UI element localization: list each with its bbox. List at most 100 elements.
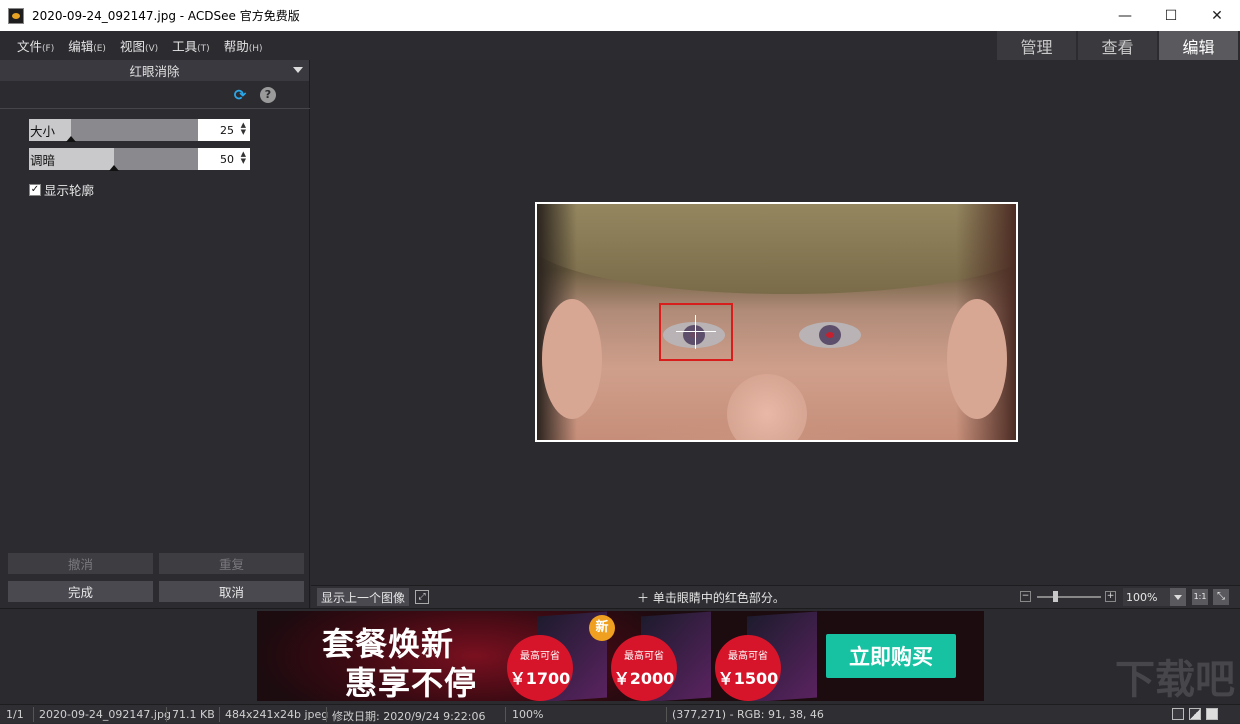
size-value: 25 bbox=[220, 123, 234, 137]
status-divider bbox=[326, 707, 327, 722]
menu-bar: 文件(F) 编辑(E) 视图(V) 工具(T) 帮助(H) 管理 查看 编辑 bbox=[0, 31, 1240, 60]
acdsee-app-icon bbox=[8, 7, 24, 24]
zoom-slider-thumb[interactable] bbox=[1053, 591, 1058, 602]
new-badge: 新 bbox=[589, 615, 615, 641]
close-button[interactable]: ✕ bbox=[1194, 0, 1240, 31]
actual-size-button[interactable]: 1:1 bbox=[1192, 589, 1208, 605]
undo-button[interactable]: 撤消 bbox=[8, 553, 153, 574]
status-pixel-info: (377,271) - RGB: 91, 38, 46 bbox=[672, 708, 824, 721]
menu-help-label: 帮助 bbox=[223, 39, 249, 54]
photo-hair bbox=[537, 204, 1016, 294]
menu-file-label: 文件 bbox=[17, 39, 43, 54]
view-mode-icon-1[interactable] bbox=[1172, 708, 1184, 720]
crosshair-v bbox=[695, 315, 696, 349]
photo-right-eye[interactable] bbox=[799, 322, 861, 348]
size-label: 大小 bbox=[30, 124, 56, 139]
done-button[interactable]: 完成 bbox=[8, 581, 153, 602]
size-spinner-icon[interactable]: ▲ ▼ bbox=[241, 122, 246, 136]
image-canvas[interactable] bbox=[311, 60, 1240, 585]
status-bar: 1/1 2020-09-24_092147.jpg 71.1 KB 484x24… bbox=[0, 704, 1240, 723]
right-pupil-red bbox=[826, 332, 834, 338]
darken-value: 50 bbox=[220, 152, 234, 166]
window-title: 2020-09-24_092147.jpg - ACDSee 官方免费版 bbox=[32, 9, 300, 23]
zoom-level-value: 100% bbox=[1126, 590, 1158, 604]
status-filesize: 71.1 KB bbox=[172, 708, 215, 721]
panel-divider bbox=[0, 108, 310, 109]
maximize-button[interactable]: ☐ bbox=[1148, 0, 1194, 31]
view-mode-icon-3[interactable] bbox=[1206, 708, 1218, 720]
window-controls: — ☐ ✕ bbox=[1102, 0, 1240, 31]
buy-now-button[interactable]: 立即购买 bbox=[826, 634, 956, 678]
photo-right-ear bbox=[947, 299, 1007, 419]
size-slider-thumb[interactable] bbox=[66, 136, 76, 142]
status-zoom: 100% bbox=[512, 708, 544, 721]
panel-dropdown-icon[interactable] bbox=[293, 67, 303, 73]
offer-3-title: 最高可省 bbox=[728, 651, 768, 662]
help-icon[interactable]: ? bbox=[260, 87, 276, 103]
crosshair-h bbox=[676, 331, 716, 332]
zoom-out-icon[interactable]: − bbox=[1020, 591, 1031, 602]
photo-child-face[interactable] bbox=[535, 202, 1018, 442]
photo-left-ear bbox=[542, 299, 602, 419]
fit-window-icon[interactable]: ⤢ bbox=[415, 590, 429, 604]
status-divider bbox=[166, 707, 167, 722]
darken-slider-thumb[interactable] bbox=[109, 165, 119, 171]
photo-nose bbox=[727, 374, 807, 440]
panel-header[interactable]: 红眼消除 bbox=[0, 60, 309, 81]
site-watermark: 下载吧 bbox=[1115, 657, 1235, 703]
offer-1-value: ￥1700 bbox=[509, 669, 571, 688]
offer-badge-1: 最高可省 ￥1700 bbox=[507, 635, 573, 701]
tab-manage[interactable]: 管理 bbox=[997, 31, 1076, 60]
menu-edit[interactable]: 编辑(E) bbox=[68, 36, 106, 55]
status-filename: 2020-09-24_092147.jpg bbox=[39, 708, 171, 721]
show-outline-row[interactable]: ✓ 显示轮廓 bbox=[29, 180, 94, 199]
menu-edit-label: 编辑 bbox=[68, 39, 94, 54]
offer-3-value: ￥1500 bbox=[717, 669, 779, 688]
size-slider[interactable]: 大小 25 ▲ ▼ bbox=[29, 119, 250, 142]
hint-label: 单击眼睛中的红色部分。 bbox=[652, 591, 785, 605]
status-divider bbox=[219, 707, 220, 722]
ad-bar: 套餐焕新 惠享不停 新 最高可省 ￥1700 最高可省 ￥2000 最高可省 ￥… bbox=[0, 608, 1240, 704]
view-mode-icon-2[interactable] bbox=[1189, 708, 1201, 720]
offer-2-value: ￥2000 bbox=[613, 669, 675, 688]
menu-file[interactable]: 文件(F) bbox=[17, 36, 54, 55]
offer-badge-3: 最高可省 ￥1500 bbox=[715, 635, 781, 701]
status-divider bbox=[505, 707, 506, 722]
darken-slider[interactable]: 调暗 50 ▲ ▼ bbox=[29, 148, 250, 171]
title-bar: 2020-09-24_092147.jpg - ACDSee 官方免费版 — ☐… bbox=[0, 0, 1240, 31]
promo-banner[interactable]: 套餐焕新 惠享不停 新 最高可省 ￥1700 最高可省 ￥2000 最高可省 ￥… bbox=[257, 611, 984, 701]
offer-2-title: 最高可省 bbox=[624, 651, 664, 662]
size-slider-track[interactable]: 大小 bbox=[29, 119, 198, 142]
zoom-in-icon[interactable]: + bbox=[1105, 591, 1116, 602]
menu-edit-key: (E) bbox=[93, 44, 106, 54]
menu-file-key: (F) bbox=[42, 44, 55, 54]
menu-view[interactable]: 视图(V) bbox=[120, 36, 158, 55]
tab-edit[interactable]: 编辑 bbox=[1159, 31, 1238, 60]
zoom-dropdown-icon[interactable] bbox=[1170, 588, 1186, 606]
offer-badge-2: 最高可省 ￥2000 bbox=[611, 635, 677, 701]
fullscreen-icon[interactable]: ⤡ bbox=[1213, 589, 1229, 605]
status-divider bbox=[33, 707, 34, 722]
red-eye-target-box bbox=[659, 303, 733, 361]
darken-spinner-icon[interactable]: ▲ ▼ bbox=[241, 151, 246, 165]
size-value-field[interactable]: 25 ▲ ▼ bbox=[198, 119, 250, 141]
redo-button[interactable]: 重复 bbox=[159, 553, 304, 574]
status-modified-date: 修改日期: 2020/9/24 9:22:06 bbox=[332, 710, 486, 723]
menu-help[interactable]: 帮助(H) bbox=[224, 36, 263, 55]
menu-tools[interactable]: 工具(T) bbox=[172, 36, 210, 55]
menu-view-key: (V) bbox=[144, 44, 159, 54]
darken-value-field[interactable]: 50 ▲ ▼ bbox=[198, 148, 250, 170]
show-outline-label: 显示轮廓 bbox=[44, 183, 95, 198]
red-eye-panel: 红眼消除 ⟳ ? 大小 25 ▲ ▼ 调暗 50 ▲ ▼ ✓ 显示轮廓 撤消 重… bbox=[0, 60, 310, 608]
darken-slider-track[interactable]: 调暗 bbox=[29, 148, 198, 171]
menu-tools-label: 工具 bbox=[172, 39, 198, 54]
show-previous-image-button[interactable]: 显示上一个图像 bbox=[317, 588, 409, 606]
show-outline-checkbox[interactable]: ✓ bbox=[29, 183, 41, 196]
tab-view[interactable]: 查看 bbox=[1078, 31, 1157, 60]
cancel-button[interactable]: 取消 bbox=[159, 581, 304, 602]
panel-title: 红眼消除 bbox=[129, 64, 180, 79]
offer-1-title: 最高可省 bbox=[520, 651, 560, 662]
zoom-slider-track[interactable] bbox=[1037, 596, 1101, 598]
minimize-button[interactable]: — bbox=[1102, 0, 1148, 31]
reset-refresh-icon[interactable]: ⟳ bbox=[232, 87, 248, 103]
